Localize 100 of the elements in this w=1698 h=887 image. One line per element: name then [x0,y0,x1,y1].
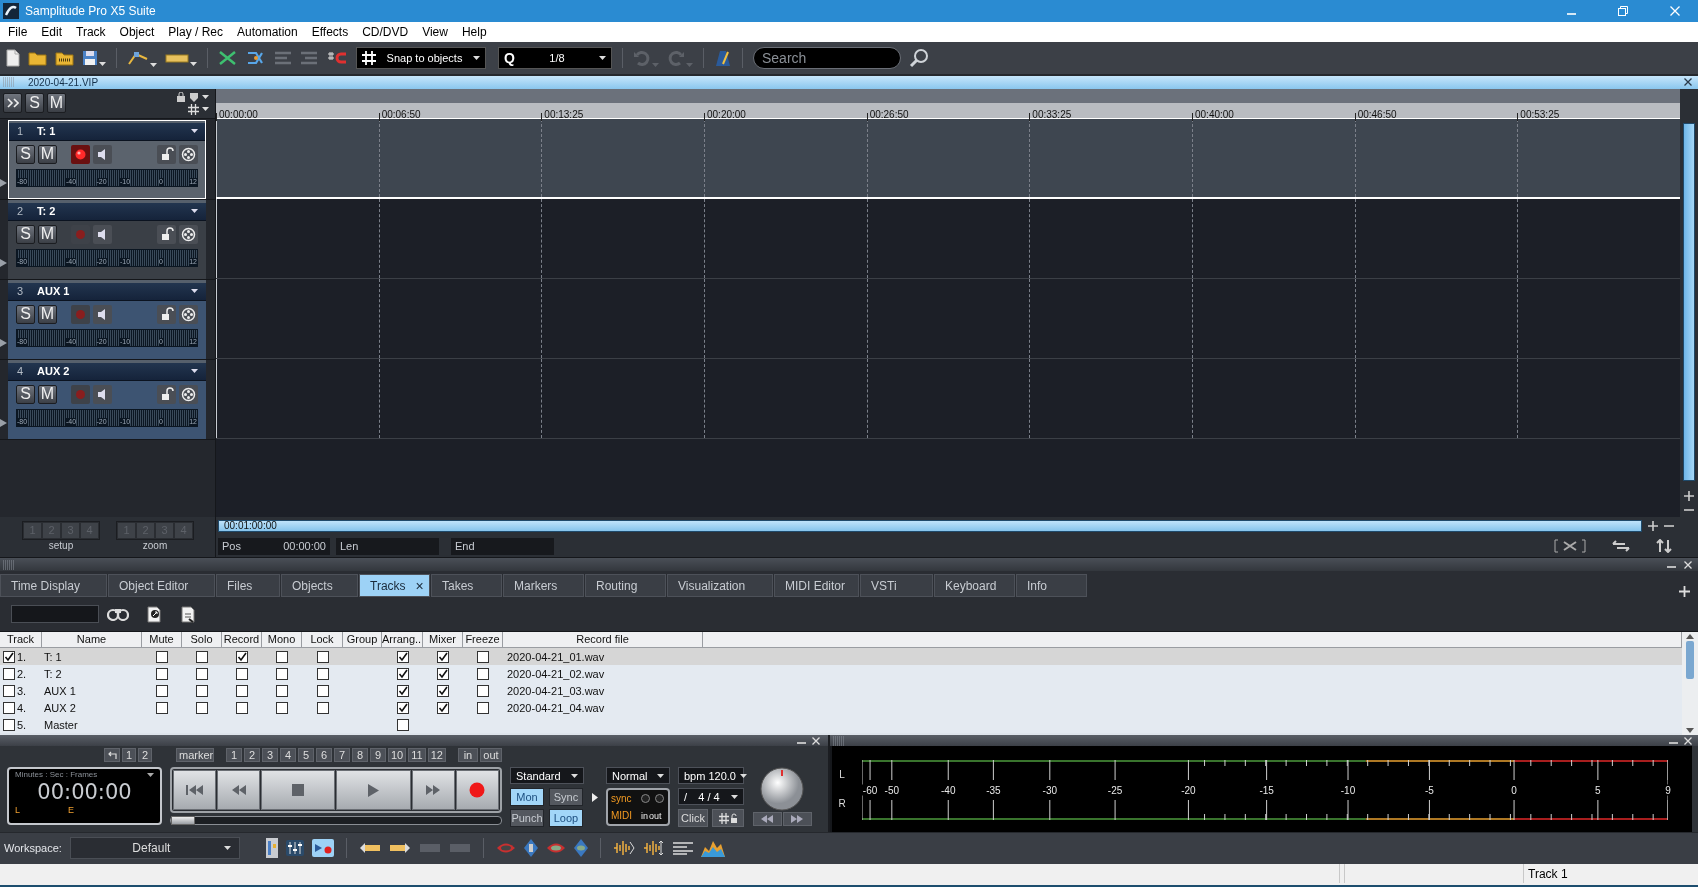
position-slider[interactable] [170,816,502,826]
checkbox[interactable] [276,685,288,697]
checkbox[interactable] [437,702,449,714]
solo-button[interactable]: S [16,384,35,404]
menu-item[interactable]: Automation [229,25,305,39]
settings-button[interactable] [179,304,198,324]
column-header[interactable]: Lock [302,632,343,649]
marker-button[interactable]: 4 [280,748,296,763]
checkbox[interactable] [236,651,248,663]
diamond-icon[interactable] [573,839,588,858]
record-button[interactable] [455,770,499,811]
checkbox[interactable] [3,668,15,680]
column-header[interactable]: Record [222,632,262,649]
checkbox[interactable] [437,668,449,680]
checkbox[interactable] [3,702,15,714]
checkbox[interactable] [276,651,288,663]
caret-icon[interactable] [657,774,664,778]
caret-icon[interactable] [150,63,157,67]
record-play-icon[interactable] [311,839,334,858]
table-row[interactable]: 4. AUX 2 2020-04-21_04.wav [0,699,1682,717]
list-icon[interactable] [672,841,693,856]
marker-button[interactable]: marker [176,748,214,763]
audio-folder-icon[interactable] [55,50,74,66]
grip-icon[interactable] [832,736,846,746]
marker-button[interactable]: 2 [138,748,152,763]
solo-all-button[interactable]: S [25,93,44,114]
menu-caret-icon[interactable] [191,129,198,134]
marker-button[interactable]: 9 [370,748,386,763]
lock-button[interactable] [157,384,176,404]
checkbox[interactable] [276,702,288,714]
column-header[interactable]: Group [343,632,382,649]
tab[interactable]: VSTi [860,574,933,598]
toggle-button[interactable]: Sync [549,788,583,807]
lock-button[interactable] [157,224,176,244]
menu-item[interactable]: Track [69,25,113,39]
checkbox[interactable] [396,685,409,697]
caret-icon[interactable] [190,62,197,66]
menu-item[interactable]: File [1,25,35,39]
column-header[interactable]: Record file [503,632,703,649]
mute-button[interactable]: M [38,144,57,164]
mixer-icon[interactable] [265,838,278,859]
track-lane[interactable] [216,198,1680,279]
signature-dropdown[interactable]: / 4 / 4 [678,788,744,806]
caret-icon[interactable] [147,773,154,777]
checkbox[interactable] [477,685,489,697]
marker-icon[interactable] [189,91,199,102]
menu-item[interactable]: Object [112,25,162,39]
checkbox[interactable] [437,651,449,663]
tab[interactable]: Time Display [0,574,107,598]
close-icon[interactable] [1684,78,1692,86]
marker-button[interactable]: 6 [316,748,332,763]
solo-button[interactable]: S [16,144,35,164]
menu-item[interactable]: Effects [304,25,356,39]
monitor-button[interactable] [93,304,112,324]
workspace-dropdown[interactable]: Default [69,837,240,860]
settings-button[interactable] [179,224,198,244]
tempo-up-button[interactable] [782,812,812,827]
go-to-start-button[interactable] [173,770,217,811]
plus-icon[interactable] [1684,491,1694,502]
tab[interactable]: Object Editor [108,574,215,598]
marker-button[interactable]: 12 [427,748,446,763]
caret-icon[interactable] [99,62,106,66]
checkbox[interactable] [477,702,489,714]
column-header[interactable]: Track [0,632,42,649]
crossed-arrows-icon[interactable] [218,49,238,67]
sliders-icon[interactable] [285,840,304,857]
tempo-down-button[interactable] [752,812,782,827]
table-row[interactable]: 1. T: 1 2020-04-21_01.wav [0,648,1682,666]
marker-button[interactable]: 1 [226,748,242,763]
mute-button[interactable]: M [38,384,57,404]
caret-icon[interactable] [473,56,480,60]
checkbox[interactable] [396,668,409,680]
column-header[interactable]: Mixer [423,632,463,649]
checkbox[interactable] [236,668,248,680]
click-button[interactable]: Click [678,809,708,828]
checkbox[interactable] [437,685,449,697]
checkbox[interactable] [316,668,329,680]
tab[interactable]: Tracks × [359,574,430,598]
checkbox[interactable] [396,719,409,731]
expand-arrow-icon[interactable] [592,793,598,803]
toggle-button[interactable]: Mon [510,788,544,807]
tab[interactable]: Objects [281,574,358,598]
grid-icon[interactable] [188,103,199,115]
magnet-icon[interactable] [326,50,348,66]
return-button[interactable] [104,748,120,763]
rewind-button[interactable] [217,770,261,811]
checkbox[interactable] [3,719,15,731]
record-arm-button[interactable] [71,144,90,164]
binoculars-icon[interactable] [107,607,129,622]
solo-button[interactable]: S [16,224,35,244]
tab[interactable]: MIDI Editor [774,574,859,598]
save-icon[interactable] [82,50,98,66]
menu-item[interactable]: Edit [34,25,70,39]
table-row[interactable]: 2. T: 2 2020-04-21_02.wav [0,665,1682,683]
monitor-button[interactable] [93,224,112,244]
marker-button[interactable]: 2 [244,748,260,763]
checkbox[interactable] [3,685,15,697]
plus-icon[interactable] [1648,521,1658,532]
checkbox[interactable] [316,651,329,663]
filter-field[interactable] [11,605,99,624]
